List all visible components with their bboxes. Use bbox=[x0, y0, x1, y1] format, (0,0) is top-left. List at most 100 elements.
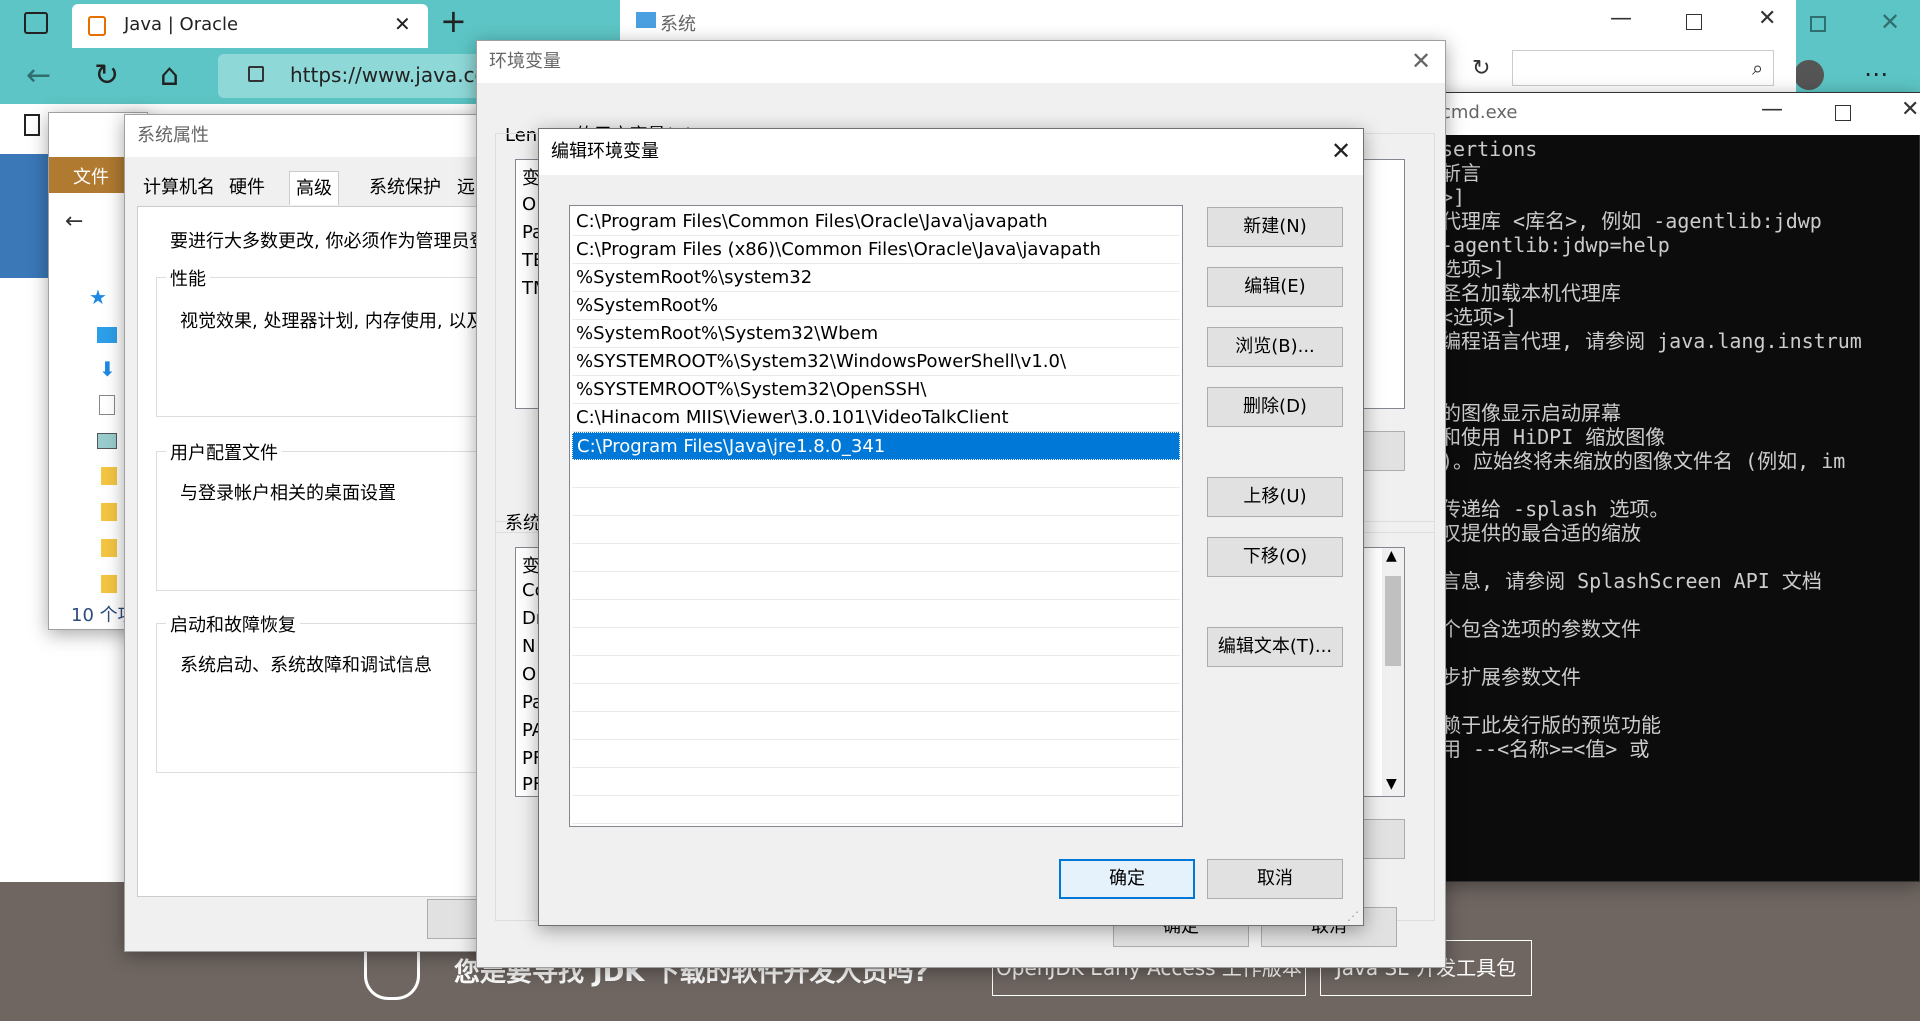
browser-tab-active[interactable]: Java | Oracle ✕ bbox=[72, 4, 428, 48]
empty-row[interactable] bbox=[572, 656, 1180, 684]
more-menu-icon[interactable]: ⋯ bbox=[1864, 60, 1888, 88]
cmd-output-line bbox=[1441, 545, 1920, 569]
maximize-icon[interactable] bbox=[1686, 14, 1702, 30]
close-window-icon[interactable]: ✕ bbox=[1880, 8, 1900, 36]
browse-button[interactable]: 浏览(B)... bbox=[1207, 327, 1343, 367]
tab-advanced[interactable]: 高级 bbox=[289, 171, 339, 205]
new-tab-icon[interactable]: + bbox=[440, 2, 467, 40]
desktop-icon[interactable] bbox=[97, 327, 117, 343]
tab-strip: 计算机名 硬件 高级 系统保护 远程 bbox=[137, 171, 497, 232]
empty-row[interactable] bbox=[572, 488, 1180, 516]
folder-icon[interactable] bbox=[101, 503, 117, 521]
back-icon[interactable]: ← bbox=[65, 209, 83, 234]
path-entry-row[interactable]: %SystemRoot%\system32 bbox=[572, 264, 1180, 292]
cmd-output-line: sertions bbox=[1441, 137, 1538, 161]
reading-list-icon[interactable] bbox=[24, 114, 40, 136]
quick-access-star-icon[interactable]: ★ bbox=[89, 285, 107, 309]
empty-row[interactable] bbox=[572, 516, 1180, 544]
tab-hardware[interactable]: 硬件 bbox=[223, 171, 271, 205]
user-profiles-group bbox=[156, 451, 496, 591]
tab-system-protection[interactable]: 系统保护 bbox=[363, 171, 447, 205]
tab-computer-name[interactable]: 计算机名 bbox=[137, 171, 221, 205]
empty-row[interactable] bbox=[572, 544, 1180, 572]
refresh-icon[interactable]: ↻ bbox=[94, 58, 119, 93]
close-tab-icon[interactable]: ✕ bbox=[394, 12, 411, 36]
close-icon[interactable]: ✕ bbox=[1901, 97, 1919, 122]
profile-avatar[interactable] bbox=[1794, 60, 1824, 90]
user-var-row[interactable]: O bbox=[522, 194, 536, 215]
path-entry-row[interactable]: %SYSTEMROOT%\System32\OpenSSH\ bbox=[572, 376, 1180, 404]
empty-row[interactable] bbox=[572, 768, 1180, 796]
maximize-icon[interactable] bbox=[1835, 105, 1851, 121]
scroll-down-icon[interactable]: ▼ bbox=[1386, 776, 1397, 792]
empty-row[interactable] bbox=[572, 684, 1180, 712]
refresh-icon[interactable]: ↻ bbox=[1472, 56, 1490, 81]
search-icon: ⌕ bbox=[1752, 56, 1764, 80]
minimize-icon[interactable]: — bbox=[1610, 6, 1632, 31]
path-entries-list[interactable]: C:\Program Files\Common Files\Oracle\Jav… bbox=[569, 205, 1183, 827]
documents-icon[interactable] bbox=[99, 395, 115, 415]
move-down-button[interactable]: 下移(O) bbox=[1207, 537, 1343, 577]
back-icon[interactable]: ← bbox=[26, 58, 51, 93]
java-favicon-icon bbox=[88, 16, 106, 36]
scrollbar[interactable]: ▲ ▼ bbox=[1382, 548, 1404, 796]
lock-icon bbox=[248, 66, 264, 82]
minimize-icon[interactable]: — bbox=[1761, 97, 1783, 122]
system-var-row[interactable]: N bbox=[522, 636, 535, 657]
system-properties-dialog: 系统属性 计算机名 硬件 高级 系统保护 远程 要进行大多数更改, 你必须作为管… bbox=[124, 114, 556, 952]
performance-group bbox=[156, 277, 496, 417]
path-entry-row[interactable]: %SYSTEMROOT%\System32\WindowsPowerShell\… bbox=[572, 348, 1180, 376]
folder-icon[interactable] bbox=[101, 467, 117, 485]
browser-sidebar-icon[interactable] bbox=[24, 12, 48, 34]
path-entry-row[interactable]: C:\Hinacom MIIS\Viewer\3.0.101\VideoTalk… bbox=[572, 404, 1180, 432]
edit-env-cancel-button[interactable]: 取消 bbox=[1207, 859, 1343, 899]
scroll-up-icon[interactable]: ▲ bbox=[1386, 548, 1397, 564]
cmd-output-line: 个包含选项的参数文件 bbox=[1441, 617, 1641, 641]
cmd-output-line bbox=[1441, 593, 1920, 617]
cmd-output-line bbox=[1441, 473, 1920, 497]
empty-row[interactable] bbox=[572, 796, 1180, 824]
advanced-tab-panel: 要进行大多数更改, 你必须作为管理员登录。 性能 视觉效果, 处理器计划, 内存… bbox=[137, 207, 556, 897]
new-button[interactable]: 新建(N) bbox=[1207, 207, 1343, 247]
home-icon[interactable]: ⌂ bbox=[160, 58, 179, 93]
system-icon bbox=[636, 12, 656, 28]
edit-text-button[interactable]: 编辑文本(T)... bbox=[1207, 627, 1343, 667]
path-entry-row[interactable]: %SystemRoot% bbox=[572, 292, 1180, 320]
empty-row[interactable] bbox=[572, 460, 1180, 488]
address-url: https://www.java.com bbox=[290, 63, 507, 87]
edit-env-title: 编辑环境变量 bbox=[551, 141, 659, 162]
edit-env-ok-button[interactable]: 确定 bbox=[1059, 859, 1195, 899]
path-entry-row[interactable]: C:\Program Files\Java\jre1.8.0_341 bbox=[572, 432, 1180, 460]
empty-row[interactable] bbox=[572, 600, 1180, 628]
close-icon[interactable]: ✕ bbox=[1758, 6, 1776, 31]
cmd-output-line: -agentlib:jdwp=help bbox=[1441, 233, 1670, 257]
scroll-thumb[interactable] bbox=[1385, 576, 1401, 666]
folder-icon[interactable] bbox=[101, 575, 117, 593]
startup-recovery-desc: 系统启动、系统故障和调试信息 bbox=[180, 655, 432, 676]
restore-icon[interactable] bbox=[1810, 16, 1826, 32]
env-close-icon[interactable]: ✕ bbox=[1397, 41, 1445, 83]
empty-row[interactable] bbox=[572, 572, 1180, 600]
empty-row[interactable] bbox=[572, 740, 1180, 768]
cmd-output-line: 用 --<名称>=<值> 或 bbox=[1441, 737, 1650, 761]
startup-recovery-group bbox=[156, 623, 496, 773]
delete-button[interactable]: 删除(D) bbox=[1207, 387, 1343, 427]
path-entry-row[interactable]: C:\Program Files (x86)\Common Files\Orac… bbox=[572, 236, 1180, 264]
pictures-icon[interactable] bbox=[97, 433, 117, 449]
folder-icon[interactable] bbox=[101, 539, 117, 557]
path-entry-row[interactable]: %SystemRoot%\System32\Wbem bbox=[572, 320, 1180, 348]
path-entry-row[interactable]: C:\Program Files\Common Files\Oracle\Jav… bbox=[572, 208, 1180, 236]
empty-row[interactable] bbox=[572, 628, 1180, 656]
downloads-icon[interactable]: ⬇ bbox=[99, 357, 116, 381]
search-box[interactable] bbox=[1512, 50, 1774, 86]
edit-button[interactable]: 编辑(E) bbox=[1207, 267, 1343, 307]
move-up-button[interactable]: 上移(U) bbox=[1207, 477, 1343, 517]
cmd-output-line: 和使用 HiDPI 缩放图像 bbox=[1441, 425, 1666, 449]
system-var-row[interactable]: O bbox=[522, 664, 536, 685]
cmd-output-line: 叹提供的最合适的缩放 bbox=[1441, 521, 1641, 545]
cmd-output-line: 步扩展参数文件 bbox=[1441, 665, 1581, 689]
system-properties-title: 系统属性 bbox=[137, 125, 209, 146]
resize-grip-icon[interactable]: ⋰ bbox=[1347, 909, 1359, 923]
edit-env-close-icon[interactable]: ✕ bbox=[1317, 131, 1365, 173]
empty-row[interactable] bbox=[572, 712, 1180, 740]
